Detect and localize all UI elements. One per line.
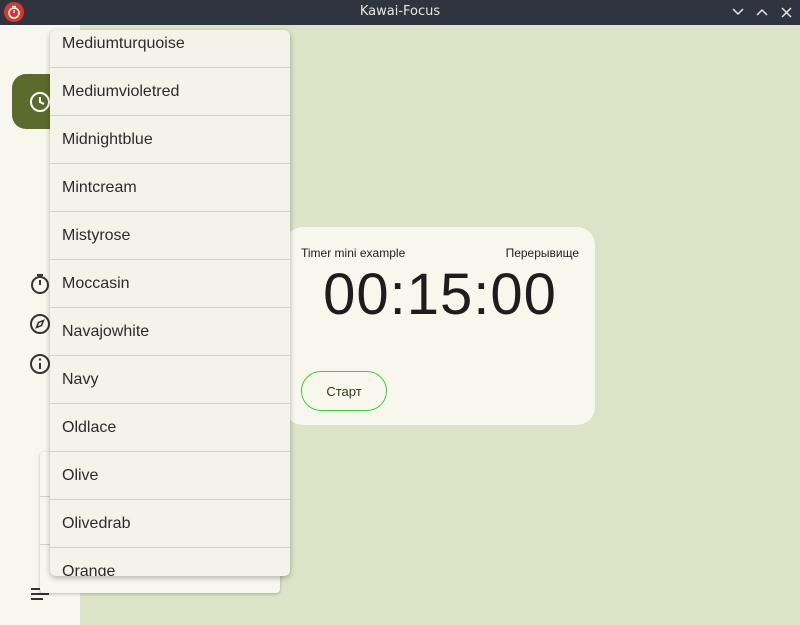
compass-icon[interactable]: [28, 312, 52, 336]
timer-mode: Перерывище: [505, 246, 579, 260]
minimize-button[interactable]: [729, 3, 747, 21]
info-icon[interactable]: [28, 352, 52, 376]
timer-name: Timer mini example: [301, 246, 406, 260]
close-icon: [780, 6, 792, 18]
window-title: Kawai-Focus: [359, 4, 441, 19]
close-button[interactable]: [777, 3, 795, 21]
divider: [40, 544, 50, 545]
dropdown-item[interactable]: Olive: [50, 452, 290, 500]
dropdown-item[interactable]: Oldlace: [50, 404, 290, 452]
chevron-down-icon: [732, 8, 744, 16]
timer-card: Timer mini example Перерывище 00:15:00 С…: [285, 227, 595, 425]
maximize-button[interactable]: [753, 3, 771, 21]
dropdown-item[interactable]: Midnightblue: [50, 116, 290, 164]
dropdown-item[interactable]: Moccasin: [50, 260, 290, 308]
window-titlebar: Kawai-Focus: [0, 0, 800, 25]
dropdown-item[interactable]: Navajowhite: [50, 308, 290, 356]
dropdown-item[interactable]: Mistyrose: [50, 212, 290, 260]
start-button[interactable]: Старт: [301, 371, 387, 411]
clock-icon: [28, 90, 52, 114]
dropdown-item[interactable]: Navy: [50, 356, 290, 404]
color-dropdown-list[interactable]: Mediumturquoise Mediumvioletred Midnight…: [50, 30, 290, 576]
dropdown-item[interactable]: Olivedrab: [50, 500, 290, 548]
dropdown-item[interactable]: Mediumturquoise: [50, 30, 290, 68]
dropdown-item[interactable]: Orange: [50, 548, 290, 577]
chevron-up-icon: [756, 8, 768, 16]
dropdown-item[interactable]: Mediumvioletred: [50, 68, 290, 116]
divider: [40, 496, 50, 497]
timer-display: 00:15:00: [323, 262, 557, 327]
stopwatch-icon[interactable]: [28, 272, 52, 296]
dropdown-item[interactable]: Mintcream: [50, 164, 290, 212]
